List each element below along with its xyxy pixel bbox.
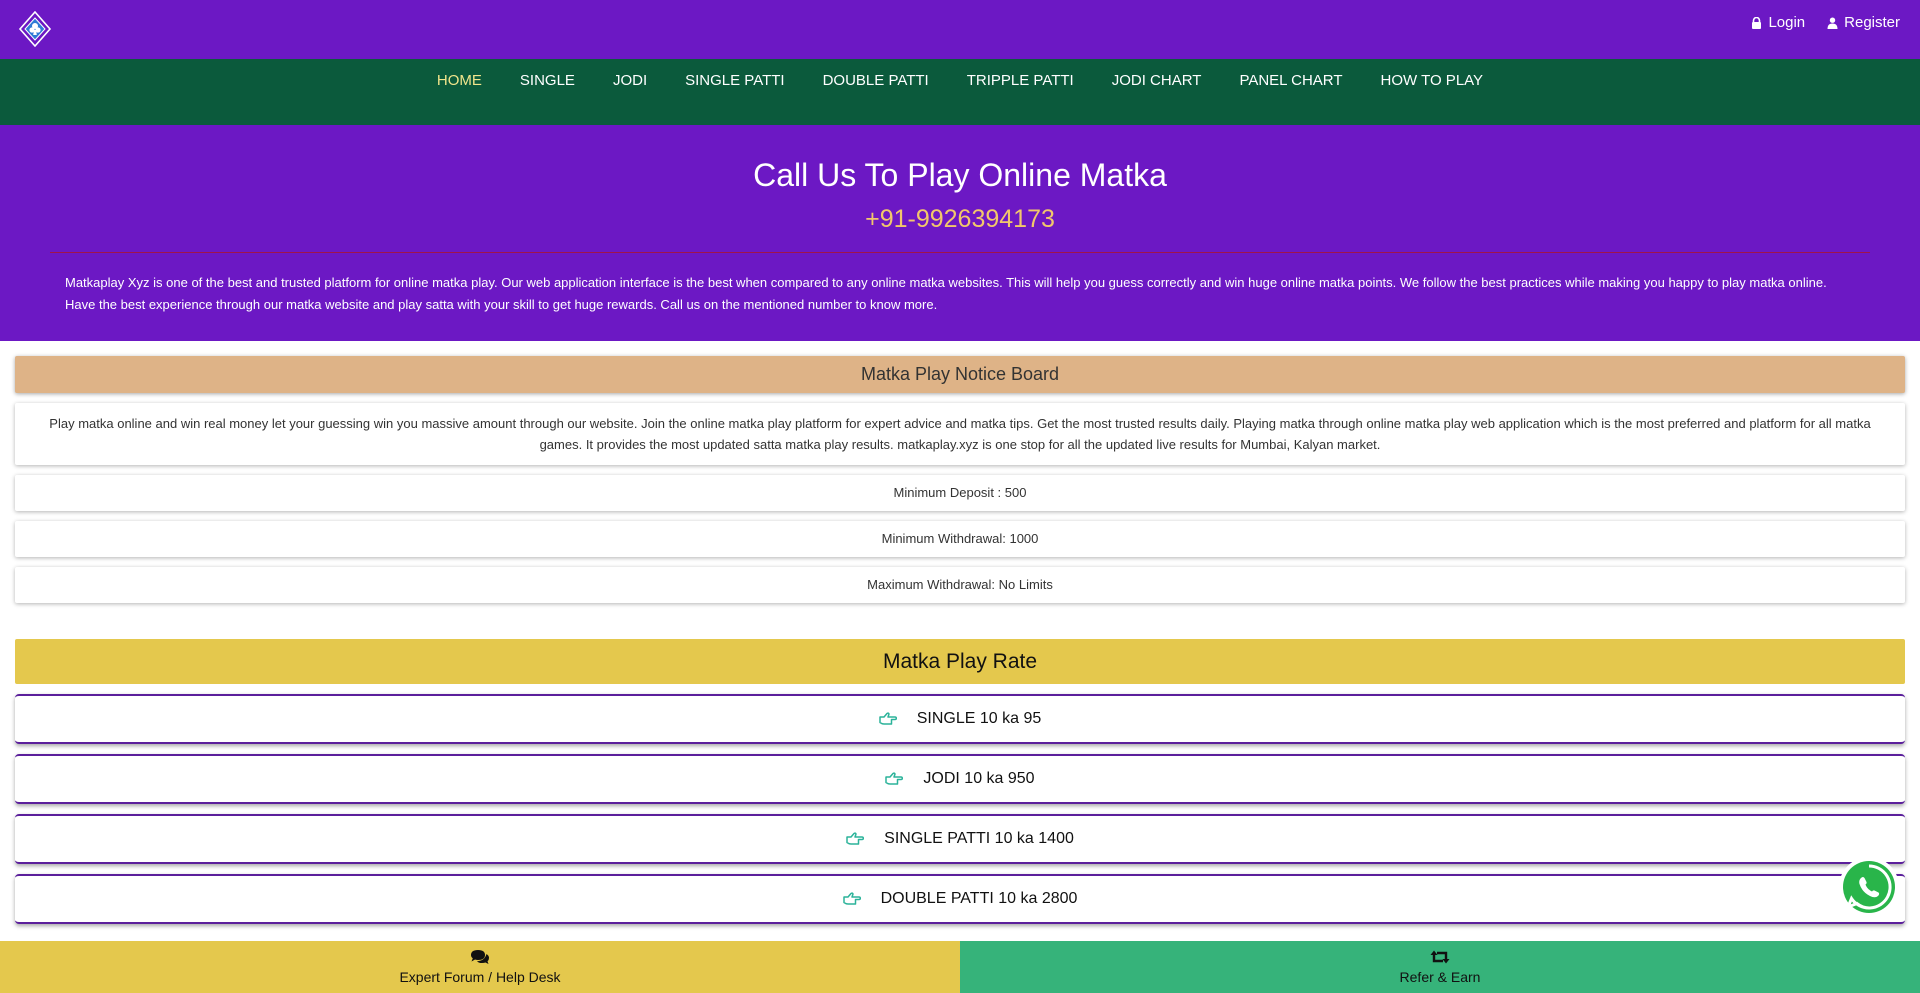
rate-label: DOUBLE PATTI 10 ka 2800 [880, 890, 1078, 907]
hand-point-right-icon [846, 832, 865, 845]
nav-item-single[interactable]: SINGLE [501, 59, 594, 125]
auth-links: Login Register [1751, 14, 1900, 31]
rate-item: JODI 10 ka 950 [15, 754, 1905, 804]
nav-item-home[interactable]: HOME [418, 59, 501, 125]
whatsapp-icon[interactable] [1838, 856, 1900, 918]
refer-earn-label: Refer & Earn [1399, 969, 1481, 985]
comments-icon [471, 950, 489, 964]
rate-label: SINGLE 10 ka 95 [916, 710, 1042, 727]
nav-item-panel-chart[interactable]: PANEL CHART [1220, 59, 1361, 125]
hero-section: Call Us To Play Online Matka +91-9926394… [0, 125, 1920, 341]
min-withdrawal-card: Minimum Withdrawal: 1000 [15, 521, 1905, 557]
register-label: Register [1844, 14, 1900, 31]
hero-title: Call Us To Play Online Matka [753, 157, 1167, 193]
notice-text-card: Play matka online and win real money let… [15, 403, 1905, 465]
retweet-icon [1430, 950, 1450, 964]
user-icon [1827, 17, 1838, 29]
main-nav: HOME SINGLE JODI SINGLE PATTI DOUBLE PAT… [0, 59, 1920, 125]
hand-point-right-icon [842, 892, 861, 905]
refer-earn-button[interactable]: Refer & Earn [960, 941, 1920, 993]
rate-title: Matka Play Rate [15, 639, 1905, 684]
rate-item: SINGLE PATTI 10 ka 1400 [15, 814, 1905, 864]
nav-item-double-patti[interactable]: DOUBLE PATTI [804, 59, 948, 125]
max-withdrawal-card: Maximum Withdrawal: No Limits [15, 567, 1905, 603]
top-bar: Login Register [0, 0, 1920, 59]
notice-board-title: Matka Play Notice Board [15, 356, 1905, 393]
hero-description: Matkaplay Xyz is one of the best and tru… [65, 275, 1827, 312]
hero-phone[interactable]: +91-9926394173 [0, 204, 1920, 234]
diamond-logo-icon[interactable] [18, 11, 52, 47]
nav-item-jodi-chart[interactable]: JODI CHART [1093, 59, 1221, 125]
lock-icon [1752, 16, 1762, 29]
nav-item-how-to-play[interactable]: HOW TO PLAY [1362, 59, 1503, 125]
login-link[interactable]: Login [1751, 14, 1805, 31]
hand-point-right-icon [885, 772, 904, 785]
rate-label: SINGLE PATTI 10 ka 1400 [884, 830, 1074, 847]
nav-item-single-patti[interactable]: SINGLE PATTI [666, 59, 803, 125]
min-deposit-card: Minimum Deposit : 500 [15, 475, 1905, 511]
nav-item-tripple-patti[interactable]: TRIPPLE PATTI [948, 59, 1093, 125]
hero-divider [50, 252, 1870, 253]
login-label: Login [1768, 14, 1806, 31]
register-link[interactable]: Register [1827, 14, 1900, 31]
bottom-bar: Expert Forum / Help Desk Refer & Earn [0, 941, 1920, 993]
expert-forum-button[interactable]: Expert Forum / Help Desk [0, 941, 960, 993]
content: Matka Play Notice Board Play matka onlin… [0, 356, 1920, 924]
rate-item: SINGLE 10 ka 95 [15, 694, 1905, 744]
rate-item: DOUBLE PATTI 10 ka 2800 [15, 874, 1905, 924]
rate-label: JODI 10 ka 950 [923, 770, 1035, 787]
expert-forum-label: Expert Forum / Help Desk [399, 969, 561, 985]
hand-point-right-icon [878, 712, 897, 725]
nav-item-jodi[interactable]: JODI [594, 59, 666, 125]
